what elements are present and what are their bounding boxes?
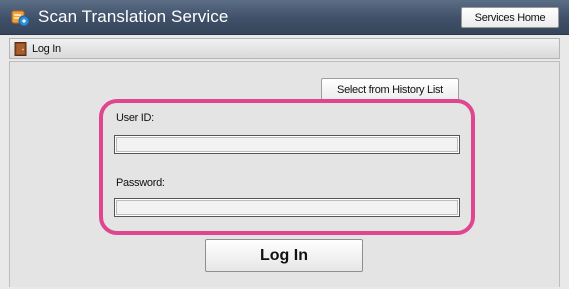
password-field[interactable] xyxy=(114,198,460,217)
page-header: Log In xyxy=(9,38,560,59)
scan-translation-icon xyxy=(11,10,30,27)
title-bar: Scan Translation Service Services Home xyxy=(0,0,569,35)
services-home-button[interactable]: Services Home xyxy=(461,7,559,28)
page-title: Log In xyxy=(32,43,61,55)
door-icon xyxy=(14,42,27,56)
user-id-field[interactable] xyxy=(114,135,460,154)
app-title: Scan Translation Service xyxy=(38,7,229,26)
password-label: Password: xyxy=(116,177,165,189)
app-window: Scan Translation Service Services Home L… xyxy=(0,0,569,289)
user-id-label: User ID: xyxy=(116,112,154,124)
log-in-button[interactable]: Log In xyxy=(205,239,363,272)
